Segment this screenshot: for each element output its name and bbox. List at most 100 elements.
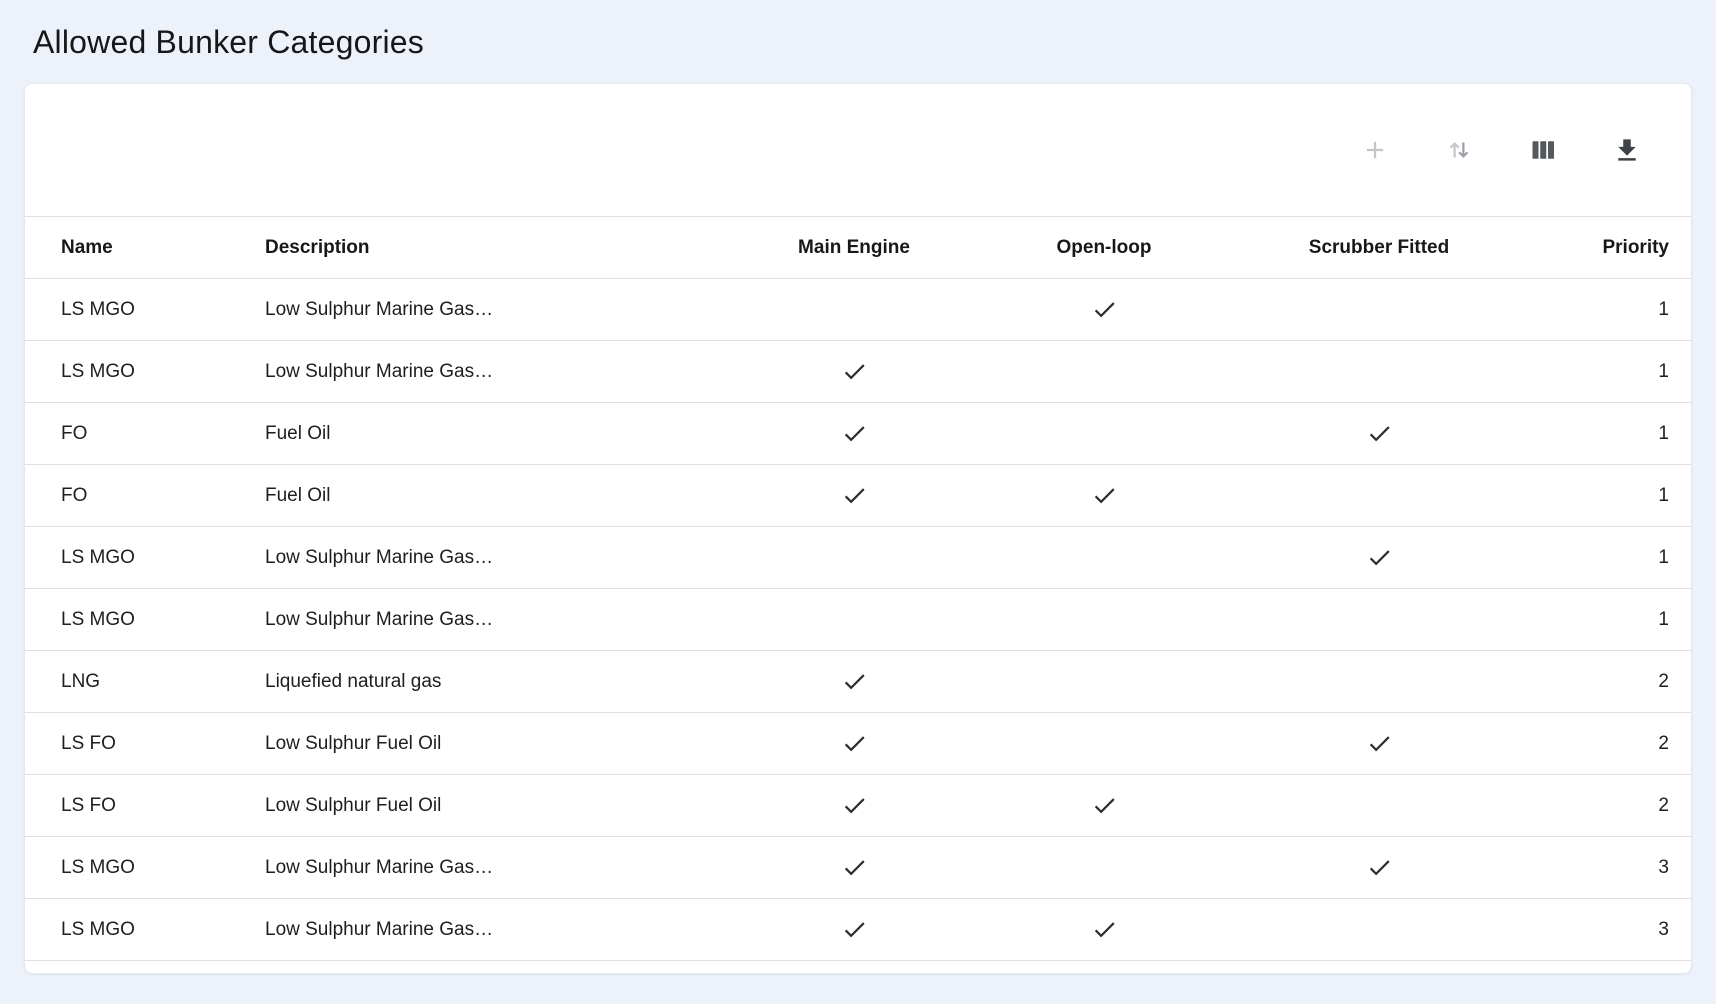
- cell-priority: 2: [1529, 713, 1691, 775]
- check-icon: [841, 730, 868, 757]
- check-icon: [841, 358, 868, 385]
- table-body: LS MGO Low Sulphur Marine Gas… 1 LS MGO …: [25, 279, 1691, 961]
- cell-scrubber-fitted: [1229, 341, 1529, 403]
- column-header-priority[interactable]: Priority: [1529, 217, 1691, 279]
- check-icon: [1091, 296, 1118, 323]
- cell-description: Low Sulphur Marine Gas…: [229, 341, 729, 403]
- cell-open-loop: [979, 465, 1229, 527]
- table-row[interactable]: LS MGO Low Sulphur Marine Gas… 3: [25, 837, 1691, 899]
- table-row[interactable]: LS MGO Low Sulphur Marine Gas… 1: [25, 341, 1691, 403]
- cell-open-loop: [979, 527, 1229, 589]
- column-header-name[interactable]: Name: [25, 217, 229, 279]
- check-icon: [1366, 730, 1393, 757]
- table-header-row: Name Description Main Engine Open-loop S…: [25, 217, 1691, 279]
- cell-main-engine: [729, 837, 979, 899]
- add-button[interactable]: [1357, 132, 1393, 168]
- check-icon: [1091, 482, 1118, 509]
- cell-description: Low Sulphur Fuel Oil: [229, 713, 729, 775]
- page-title: Allowed Bunker Categories: [33, 24, 1692, 61]
- table-row[interactable]: LS FO Low Sulphur Fuel Oil 2: [25, 713, 1691, 775]
- download-icon: [1612, 135, 1642, 165]
- cell-name: LS MGO: [25, 837, 229, 899]
- cell-open-loop: [979, 837, 1229, 899]
- cell-name: LS MGO: [25, 279, 229, 341]
- cell-priority: 1: [1529, 465, 1691, 527]
- cell-scrubber-fitted: [1229, 527, 1529, 589]
- cell-name: LS MGO: [25, 527, 229, 589]
- cell-priority: 1: [1529, 341, 1691, 403]
- cell-main-engine: [729, 899, 979, 961]
- cell-main-engine: [729, 527, 979, 589]
- cell-description: Low Sulphur Fuel Oil: [229, 775, 729, 837]
- cell-name: LS MGO: [25, 899, 229, 961]
- cell-open-loop: [979, 589, 1229, 651]
- cell-priority: 1: [1529, 527, 1691, 589]
- cell-main-engine: [729, 341, 979, 403]
- check-icon: [1091, 792, 1118, 819]
- cell-name: FO: [25, 403, 229, 465]
- columns-button[interactable]: [1525, 132, 1561, 168]
- cell-description: Fuel Oil: [229, 465, 729, 527]
- check-icon: [841, 668, 868, 695]
- sort-button[interactable]: [1441, 132, 1477, 168]
- table-row[interactable]: FO Fuel Oil 1: [25, 403, 1691, 465]
- check-icon: [1366, 854, 1393, 881]
- cell-priority: 2: [1529, 651, 1691, 713]
- table-row[interactable]: LS MGO Low Sulphur Marine Gas… 1: [25, 527, 1691, 589]
- cell-priority: 3: [1529, 899, 1691, 961]
- cell-description: Fuel Oil: [229, 403, 729, 465]
- cell-description: Low Sulphur Marine Gas…: [229, 589, 729, 651]
- cell-scrubber-fitted: [1229, 589, 1529, 651]
- check-icon: [1366, 544, 1393, 571]
- cell-open-loop: [979, 775, 1229, 837]
- cell-main-engine: [729, 465, 979, 527]
- column-header-main-engine[interactable]: Main Engine: [729, 217, 979, 279]
- sort-arrows-icon: [1444, 135, 1474, 165]
- cell-description: Low Sulphur Marine Gas…: [229, 279, 729, 341]
- table-row[interactable]: LS MGO Low Sulphur Marine Gas… 1: [25, 589, 1691, 651]
- table-row[interactable]: LS MGO Low Sulphur Marine Gas… 3: [25, 899, 1691, 961]
- cell-description: Low Sulphur Marine Gas…: [229, 837, 729, 899]
- cell-description: Liquefied natural gas: [229, 651, 729, 713]
- cell-priority: 2: [1529, 775, 1691, 837]
- cell-name: LS FO: [25, 775, 229, 837]
- table-row[interactable]: LS FO Low Sulphur Fuel Oil 2: [25, 775, 1691, 837]
- cell-priority: 1: [1529, 403, 1691, 465]
- cell-name: LNG: [25, 651, 229, 713]
- table-row[interactable]: FO Fuel Oil 1: [25, 465, 1691, 527]
- cell-open-loop: [979, 279, 1229, 341]
- column-header-scrubber-fitted[interactable]: Scrubber Fitted: [1229, 217, 1529, 279]
- cell-main-engine: [729, 279, 979, 341]
- cell-priority: 3: [1529, 837, 1691, 899]
- cell-open-loop: [979, 341, 1229, 403]
- download-button[interactable]: [1609, 132, 1645, 168]
- page: Allowed Bunker Categories: [0, 0, 1716, 992]
- cell-name: LS MGO: [25, 589, 229, 651]
- check-icon: [841, 916, 868, 943]
- cell-scrubber-fitted: [1229, 651, 1529, 713]
- cell-priority: 1: [1529, 279, 1691, 341]
- cell-main-engine: [729, 713, 979, 775]
- cell-open-loop: [979, 713, 1229, 775]
- columns-icon: [1528, 135, 1558, 165]
- cell-priority: 1: [1529, 589, 1691, 651]
- cell-scrubber-fitted: [1229, 279, 1529, 341]
- check-icon: [841, 792, 868, 819]
- cell-description: Low Sulphur Marine Gas…: [229, 527, 729, 589]
- check-icon: [841, 420, 868, 447]
- table-toolbar: [25, 84, 1691, 216]
- check-icon: [1366, 420, 1393, 447]
- cell-scrubber-fitted: [1229, 403, 1529, 465]
- column-header-description[interactable]: Description: [229, 217, 729, 279]
- cell-open-loop: [979, 403, 1229, 465]
- cell-name: FO: [25, 465, 229, 527]
- column-header-open-loop[interactable]: Open-loop: [979, 217, 1229, 279]
- cell-open-loop: [979, 651, 1229, 713]
- cell-scrubber-fitted: [1229, 775, 1529, 837]
- cell-description: Low Sulphur Marine Gas…: [229, 899, 729, 961]
- cell-scrubber-fitted: [1229, 713, 1529, 775]
- table-row[interactable]: LNG Liquefied natural gas 2: [25, 651, 1691, 713]
- table-row[interactable]: LS MGO Low Sulphur Marine Gas… 1: [25, 279, 1691, 341]
- check-icon: [841, 482, 868, 509]
- plus-icon: [1361, 136, 1389, 164]
